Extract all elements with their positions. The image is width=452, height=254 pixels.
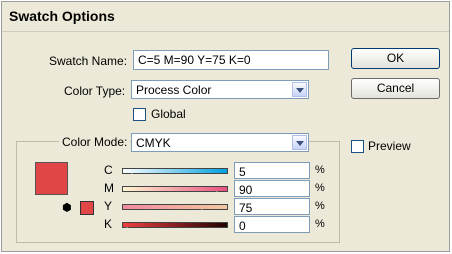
channel-label: Y [104, 199, 113, 213]
swatch-name-input[interactable]: C=5 M=90 Y=75 K=0 [133, 50, 329, 70]
dialog-title: Swatch Options [9, 8, 115, 24]
percent-unit: % [315, 200, 325, 212]
channel-slider-thumb[interactable] [121, 226, 133, 234]
channel-slider-track[interactable] [122, 168, 228, 174]
title-bar: Swatch Options [2, 2, 449, 32]
percent-unit: % [315, 182, 325, 194]
global-label: Global [151, 107, 186, 121]
color-mode-value: CMYK [136, 136, 171, 150]
chevron-down-icon [292, 82, 307, 97]
web-safe-color-icon[interactable] [80, 201, 94, 215]
percent-unit: % [315, 218, 325, 230]
swatch-color-preview [35, 162, 68, 195]
swatch-name-label: Swatch Name: [49, 54, 128, 68]
channel-slider-thumb[interactable] [211, 190, 223, 198]
chevron-down-icon [292, 135, 307, 150]
channel-label: K [104, 217, 113, 231]
global-checkbox[interactable] [133, 108, 146, 121]
channel-slider-track[interactable] [122, 222, 228, 228]
channel-slider-thumb[interactable] [196, 208, 208, 216]
color-type-dropdown[interactable]: Process Color [131, 80, 309, 99]
preview-label: Preview [368, 139, 411, 153]
channel-value-input[interactable]: 90 [234, 180, 310, 197]
color-type-value: Process Color [136, 83, 212, 97]
percent-unit: % [315, 164, 325, 176]
cancel-button[interactable]: Cancel [351, 78, 440, 99]
color-type-label: Color Type: [64, 84, 126, 98]
color-mode-label: Color Mode: [59, 135, 131, 149]
channel-value-input[interactable]: 0 [234, 216, 310, 233]
channel-label: C [104, 163, 113, 177]
channel-value-input[interactable]: 5 [234, 162, 310, 179]
swatch-options-dialog: Swatch Options Swatch Name: C=5 M=90 Y=7… [1, 1, 450, 252]
preview-checkbox[interactable] [351, 140, 364, 153]
channel-value-input[interactable]: 75 [234, 198, 310, 215]
channel-slider-track[interactable] [122, 204, 228, 210]
channel-slider-thumb[interactable] [126, 172, 138, 180]
ok-button[interactable]: OK [351, 48, 440, 69]
out-of-gamut-cube-icon[interactable]: ⬢ [62, 201, 76, 215]
color-mode-dropdown[interactable]: CMYK [131, 133, 309, 152]
channel-label: M [104, 181, 114, 195]
